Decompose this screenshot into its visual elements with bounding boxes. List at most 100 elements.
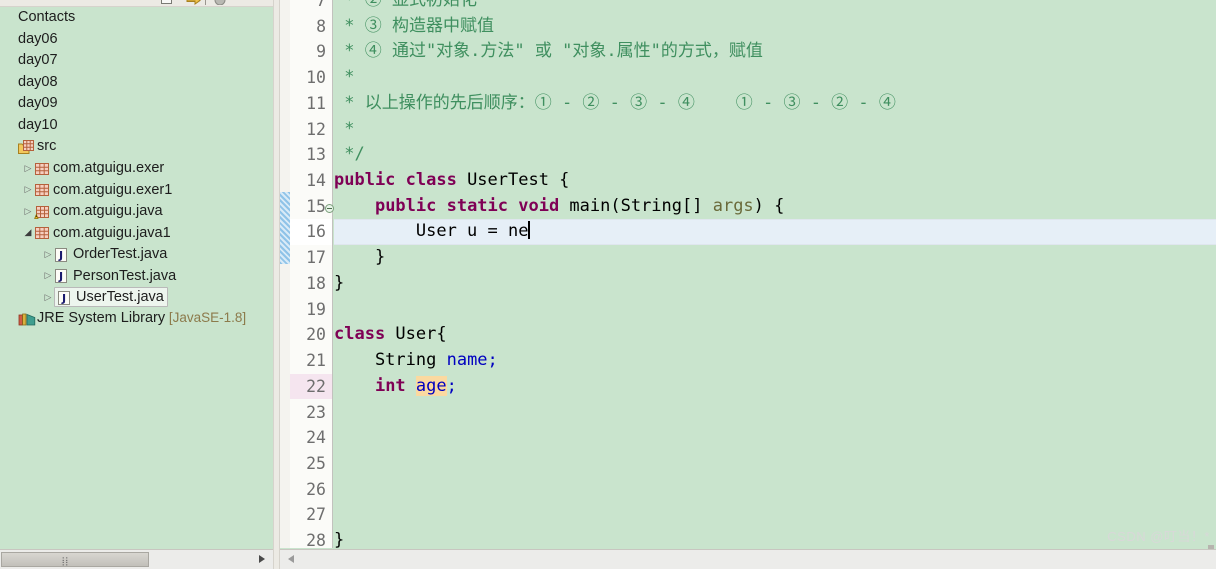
code-line-9[interactable]: 9 * ④ 通过"对象.方法" 或 "对象.属性"的方式，赋值 [280, 39, 1216, 65]
chevron-right-icon[interactable]: ▷ [42, 244, 54, 266]
code-text[interactable]: public static void main(String[] args) { [334, 194, 784, 220]
tree-item-label-wrap: Contacts [18, 8, 75, 26]
scroll-left-arrow-icon[interactable] [288, 555, 294, 563]
tree-item-sublabel: [JavaSE-1.8] [165, 310, 247, 326]
tree-item-persontest-java[interactable]: ▷ J PersonTest.java [0, 265, 273, 287]
code-token-kw: int [374, 375, 416, 396]
code-line-13[interactable]: 13 */ [280, 142, 1216, 168]
code-line-15[interactable]: 15 public static void main(String[] args… [280, 194, 1216, 220]
editor-horizontal-scrollbar[interactable] [280, 549, 1216, 569]
code-text[interactable]: * [334, 117, 354, 143]
chevron-right-icon[interactable]: ▷ [42, 265, 54, 287]
tree-item-day06[interactable]: day06 [0, 29, 273, 51]
code-token-plain: } [334, 247, 386, 268]
code-token-prm: args [712, 195, 754, 216]
package-icon [34, 182, 49, 197]
package-explorer-toolbar [0, 0, 273, 7]
chevron-right-icon[interactable]: ▷ [42, 287, 54, 309]
sidebar-horizontal-scrollbar[interactable]: ⦙⦙ [0, 549, 273, 569]
code-line-20[interactable]: 20 class User{ [280, 322, 1216, 348]
chevron-down-icon[interactable]: ◢ [22, 222, 34, 244]
tree-item-label-wrap: com.atguigu.java [34, 202, 163, 220]
tree-item-contacts[interactable]: Contacts [0, 7, 273, 29]
toolbar-separator [205, 0, 206, 5]
code-token-kw: public static void [374, 195, 570, 216]
tree-item-day10[interactable]: day10 [0, 115, 273, 137]
code-line-27[interactable]: 27 [280, 502, 1216, 528]
code-text[interactable]: * [334, 65, 354, 91]
tree-item-label: com.atguigu.exer1 [53, 181, 173, 198]
tree-item-label-wrap: com.atguigu.exer1 [34, 181, 172, 199]
java-code-editor[interactable]: 7 * ② 显式初始化 8 * ③ 构造器中赋值 9 * ④ 通过"对象.方法" 或… [280, 0, 1216, 569]
tree-item-label: src [37, 138, 57, 155]
tree-item-com-atguigu-exer1[interactable]: ▷ com.atguigu.exer1 [0, 179, 273, 201]
package-icon [34, 225, 49, 240]
code-line-8[interactable]: 8 * ③ 构造器中赋值 [280, 14, 1216, 40]
code-line-19[interactable]: 19 [280, 297, 1216, 323]
code-line-16[interactable]: 16 User u = ne [280, 219, 1216, 246]
code-text[interactable]: } [334, 245, 385, 271]
code-text[interactable]: } [334, 271, 344, 297]
chevron-right-icon[interactable]: ▷ [22, 158, 34, 180]
tree-item-label: com.atguigu.java1 [53, 224, 171, 241]
code-line-23[interactable]: 23 [280, 400, 1216, 426]
tree-item-jre-system-library[interactable]: JRE System Library [JavaSE-1.8] [0, 308, 273, 330]
chevron-right-icon[interactable]: ▷ [22, 179, 34, 201]
tree-item-usertest-java[interactable]: ▷ J UserTest.java [0, 287, 273, 309]
code-line-14[interactable]: 14 public class UserTest { [280, 168, 1216, 194]
code-line-21[interactable]: 21 String name; [280, 348, 1216, 374]
tree-item-com-atguigu-java[interactable]: ▷ com.atguigu.java [0, 201, 273, 223]
code-line-26[interactable]: 26 [280, 477, 1216, 503]
link-editor-icon[interactable] [186, 0, 201, 5]
code-token-plain: } [334, 530, 345, 551]
scrollbar-thumb[interactable]: ⦙⦙ [1, 552, 149, 567]
scroll-right-arrow-icon[interactable] [259, 555, 265, 563]
code-line-22[interactable]: 22 int age; [280, 373, 1216, 400]
code-text[interactable]: class User{ [334, 322, 447, 348]
code-token-cmt: * ② 显式初始化 [334, 0, 477, 10]
code-text[interactable]: * ④ 通过"对象.方法" 或 "对象.属性"的方式，赋值 [334, 39, 763, 65]
tree-item-com-atguigu-exer[interactable]: ▷ com.atguigu.exer [0, 158, 273, 180]
tree-item-label-wrap: day08 [18, 73, 58, 91]
tree-item-day07[interactable]: day07 [0, 50, 273, 72]
code-line-11[interactable]: 11 * 以上操作的先后顺序：① - ② - ③ - ④ ① - ③ - ② -… [280, 91, 1216, 117]
code-text[interactable]: */ [334, 142, 364, 168]
code-line-24[interactable]: 24 [280, 425, 1216, 451]
code-token-cmt: * ③ 构造器中赋值 [334, 15, 494, 36]
tree-item-src[interactable]: src [0, 136, 273, 158]
tree-item-label: UserTest.java [76, 289, 164, 306]
tree-item-day08[interactable]: day08 [0, 72, 273, 94]
code-line-17[interactable]: 17 } [280, 245, 1216, 271]
tree-item-label: day08 [18, 73, 58, 90]
code-text[interactable]: * 以上操作的先后顺序：① - ② - ③ - ④ ① - ③ - ② - ④ [334, 91, 896, 117]
code-text[interactable]: String name; [334, 348, 498, 374]
code-line-25[interactable]: 25 [280, 451, 1216, 477]
panel-divider[interactable] [273, 0, 280, 569]
project-tree[interactable]: Contacts day06 day07 day08 day09 day10 src ▷ com… [0, 7, 273, 547]
code-text[interactable]: int age; [334, 374, 457, 400]
code-token-cmt: * [334, 118, 355, 139]
line-number: 11 [306, 93, 326, 113]
code-line-12[interactable]: 12 * [280, 117, 1216, 143]
code-line-18[interactable]: 18} [280, 271, 1216, 297]
code-text[interactable]: * ② 显式初始化 [334, 0, 477, 14]
tree-item-day09[interactable]: day09 [0, 93, 273, 115]
tree-item-ordertest-java[interactable]: ▷ J OrderTest.java [0, 244, 273, 266]
chevron-right-icon[interactable]: ▷ [22, 201, 34, 223]
code-line-7[interactable]: 7 * ② 显式初始化 [280, 0, 1216, 14]
package-explorer-panel: Contacts day06 day07 day08 day09 day10 src ▷ com… [0, 0, 273, 569]
watermark-text: CSDN @叮当！* [1107, 529, 1210, 544]
tree-item-label: day10 [18, 116, 58, 133]
view-menu-icon[interactable] [214, 0, 228, 6]
code-text[interactable]: * ③ 构造器中赋值 [334, 14, 494, 40]
code-token-plain: String [334, 350, 447, 371]
code-token-kw: class [334, 324, 396, 345]
collapse-all-icon[interactable] [160, 0, 174, 5]
code-line-10[interactable]: 10 * [280, 65, 1216, 91]
tree-item-com-atguigu-java1[interactable]: ◢ com.atguigu.java1 [0, 222, 273, 244]
fold-collapse-icon[interactable] [325, 204, 334, 213]
code-text[interactable]: public class UserTest { [334, 168, 569, 194]
line-number: 26 [306, 479, 326, 499]
code-text[interactable]: User u = ne [334, 219, 530, 245]
line-number: 8 [316, 16, 326, 36]
